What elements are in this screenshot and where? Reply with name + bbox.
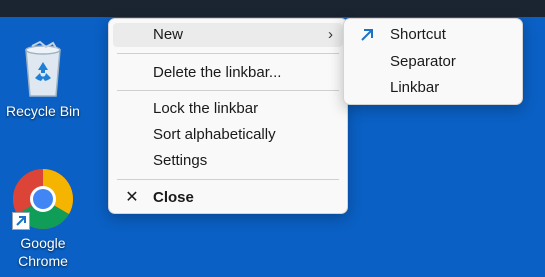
desktop-icon-label: Google Chrome (18, 235, 68, 269)
recycle-bin-icon (20, 40, 66, 98)
chevron-right-icon: › (328, 26, 333, 43)
shortcut-arrow-icon (358, 23, 376, 51)
desktop-icon-recycle-bin[interactable]: Recycle Bin (0, 40, 86, 120)
menu-item-settings[interactable]: Settings (113, 149, 343, 173)
menu-separator (117, 90, 339, 91)
desktop-icon-label: Recycle Bin (6, 103, 80, 119)
submenu-item-separator[interactable]: Separator (348, 50, 518, 74)
close-icon: ✕ (125, 189, 139, 206)
menu-separator (117, 179, 339, 180)
context-menu: New › Delete the linkbar... Lock the lin… (108, 18, 348, 214)
submenu-item-linkbar[interactable]: Linkbar (348, 76, 518, 100)
chrome-icon (12, 168, 74, 230)
shortcut-overlay-icon (12, 212, 30, 230)
menu-item-sort-alphabetically[interactable]: Sort alphabetically (113, 123, 343, 147)
menu-item-delete-linkbar[interactable]: Delete the linkbar... (113, 61, 343, 85)
submenu-item-shortcut[interactable]: Shortcut (348, 23, 518, 47)
menu-item-new[interactable]: New › (113, 23, 343, 47)
menu-item-lock-linkbar[interactable]: Lock the linkbar (113, 97, 343, 121)
taskbar (0, 0, 545, 17)
desktop-icon-google-chrome[interactable]: Google Chrome (0, 168, 86, 270)
menu-separator (117, 53, 339, 54)
submenu-new: Shortcut Separator Linkbar (343, 18, 523, 105)
menu-item-close[interactable]: ✕ Close (113, 186, 343, 210)
